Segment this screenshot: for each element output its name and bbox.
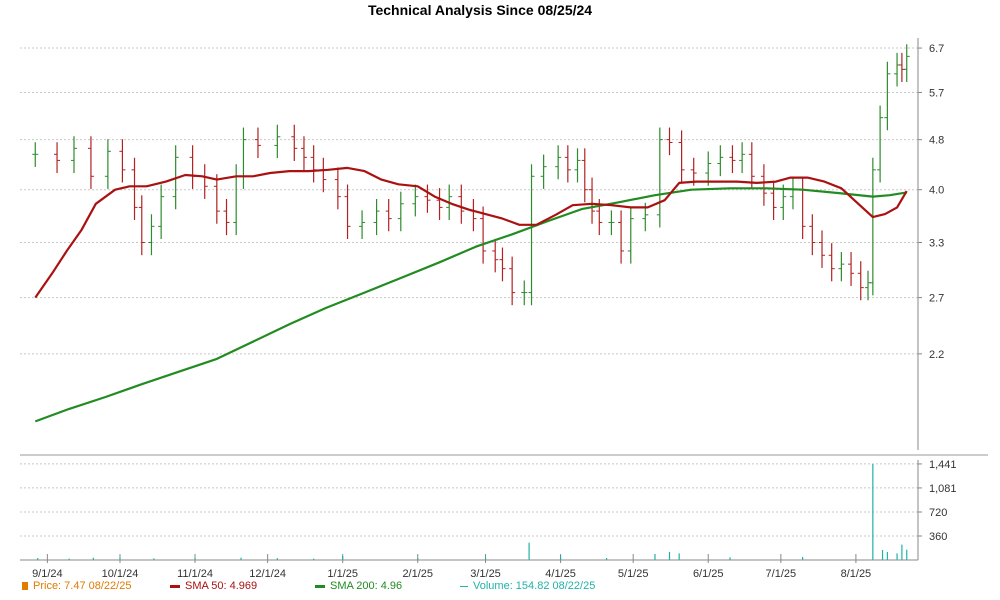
x-tick-label: 1/1/25 (327, 568, 358, 580)
volume-gridlines (20, 463, 918, 537)
sma-50-line (34, 166, 908, 299)
legend-label: SMA 200: 4.96 (330, 580, 403, 592)
legend-label: Volume: 154.82 08/22/25 (473, 580, 596, 592)
x-tick-label: 4/1/25 (545, 568, 576, 580)
sma-200-line (34, 187, 907, 423)
legend: Price: 7.47 08/22/25 SMA 50: 4.969 SMA 200… (22, 580, 802, 596)
chart-svg: 6.7 5.7 4.8 4.0 3.3 2.7 2.2 1,441 1,081 720 360 9… (20, 38, 988, 580)
price-tick-label: 5.7 (929, 87, 944, 99)
price-tick-label: 4.0 (929, 185, 944, 197)
price-tick-label: 3.3 (929, 238, 944, 250)
volume-tick-label: 1,081 (929, 483, 957, 495)
x-tick-label: 3/1/25 (470, 568, 501, 580)
price-tick-label: 6.7 (929, 43, 944, 55)
volume-y-axis: 1,441 1,081 720 360 (917, 459, 957, 560)
legend-swatch (170, 584, 180, 588)
x-tick-label: 5/1/25 (618, 568, 649, 580)
x-tick-label: 12/1/24 (249, 568, 286, 580)
legend-item: SMA 200: 4.96 (315, 580, 402, 592)
volume-tick-label: 360 (929, 531, 947, 543)
x-tick-label: 2/1/25 (402, 568, 433, 580)
legend-swatch (460, 585, 468, 587)
x-axis: 9/1/24 10/1/24 11/1/24 12/1/24 1/1/25 2/1/25 3… (20, 554, 918, 580)
x-tick-label: 6/1/25 (693, 568, 724, 580)
x-tick-label: 9/1/24 (32, 568, 63, 580)
price-bars (32, 44, 910, 306)
x-tick-label: 10/1/24 (102, 568, 139, 580)
volume-tick-label: 720 (929, 507, 947, 519)
x-tick-label: 7/1/25 (766, 568, 797, 580)
price-tick-label: 2.2 (929, 349, 944, 361)
legend-label: Price: 7.47 08/22/25 (33, 580, 132, 592)
sma-lines (34, 166, 908, 423)
legend-swatch (22, 582, 28, 591)
x-tick-label: 11/1/24 (177, 568, 213, 580)
legend-item: Price: 7.47 08/22/25 (22, 580, 131, 592)
legend-item: Volume: 154.82 08/22/25 (460, 580, 595, 592)
price-tick-label: 4.8 (929, 135, 944, 147)
legend-item: SMA 50: 4.969 (170, 580, 257, 592)
legend-swatch (315, 584, 325, 588)
price-tick-label: 2.7 (929, 293, 944, 305)
volume-tick-label: 1,441 (929, 459, 957, 471)
price-y-axis: 6.7 5.7 4.8 4.0 3.3 2.7 2.2 (917, 38, 944, 450)
legend-label: SMA 50: 4.969 (185, 580, 258, 592)
x-tick-label: 8/1/25 (841, 568, 872, 580)
